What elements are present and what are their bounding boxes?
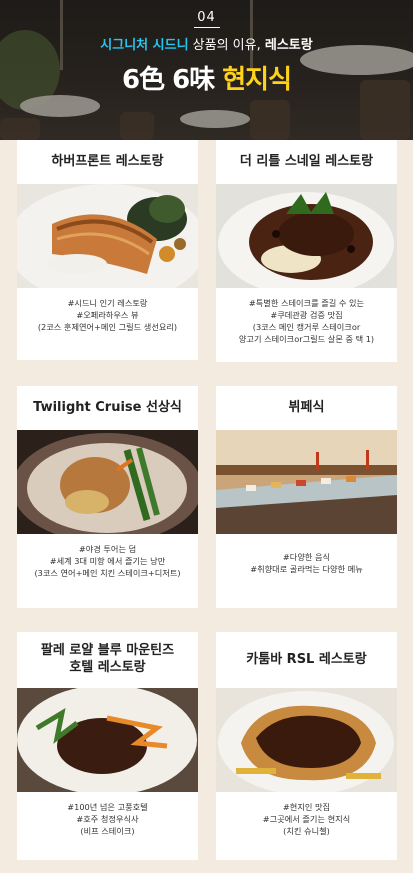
desc-line: #세계 3대 미항 에서 즐기는 낭만 bbox=[49, 555, 166, 566]
desc-line: (3코스 연어+메인 치킨 스테이크+디저트) bbox=[34, 567, 181, 578]
card-description: #시드니 인기 레스토랑 #오페라하우스 뷰 (2코스 훈제연어+메인 그릴드 … bbox=[17, 288, 198, 340]
hero-banner: 04 시그니처 시드니 상품의 이유, 레스토랑 6色 6味 현지식 bbox=[0, 0, 413, 140]
food-photo-beef-steak bbox=[17, 688, 198, 792]
card-title: 팔레 로얄 블루 마운틴즈 호텔 레스토랑 bbox=[17, 632, 198, 688]
card-description: #100년 넘은 고풍호텔 #호주 청정우식사 (비프 스테이크) bbox=[17, 792, 198, 844]
restaurant-card-katoomba-rsl: 카툼바 RSL 레스토랑 #현지인 맛집 #그곳에서 즐기는 현지식 (치킨 슈… bbox=[216, 632, 397, 860]
hero-subtitle: 시그니처 시드니 상품의 이유, 레스토랑 bbox=[0, 34, 413, 53]
title-line: 팔레 로얄 블루 마운틴즈 bbox=[40, 643, 175, 659]
desc-line: #시드니 인기 레스토랑 bbox=[67, 298, 148, 308]
title-accent: 현지식 bbox=[222, 65, 292, 95]
title-main: 6色 6味 bbox=[121, 65, 223, 95]
desc-line: (비프 스테이크) bbox=[80, 825, 135, 836]
desc-line: #야경 투어는 덤 bbox=[78, 544, 137, 554]
section-number: 04 bbox=[197, 10, 216, 25]
restaurant-card-palais-royale: 팔레 로얄 블루 마운틴즈 호텔 레스토랑 #100년 넘은 고풍호텔 #호주 … bbox=[17, 632, 198, 860]
card-description: #야경 투어는 덤 #세계 3대 미항 에서 즐기는 낭만 (3코스 연어+메인… bbox=[17, 534, 198, 586]
food-photo-steak bbox=[216, 184, 397, 288]
desc-line: (치킨 슈니첼) bbox=[283, 825, 330, 836]
restaurant-card-buffet: 뷔페식 #다양한 음식 #취향대로 골라먹는 다양한 메뉴 bbox=[216, 386, 397, 608]
desc-line: 양고기 스테이크or그릴드 살몬 중 택 1) bbox=[238, 333, 375, 344]
title-line: 호텔 레스토랑 bbox=[69, 660, 146, 675]
desc-line: #취향대로 골라먹는 다양한 메뉴 bbox=[250, 563, 363, 574]
card-title: 카툼바 RSL 레스토랑 bbox=[246, 651, 367, 667]
desc-line: #100년 넘은 고풍호텔 bbox=[67, 802, 148, 812]
desc-line: #그곳에서 즐기는 현지식 bbox=[262, 813, 351, 824]
desc-line: #현지인 맛집 bbox=[282, 802, 331, 812]
divider bbox=[193, 27, 220, 28]
food-photo-buffet bbox=[216, 430, 397, 534]
hero-title: 6色 6味 현지식 bbox=[0, 59, 413, 96]
card-description: #현지인 맛집 #그곳에서 즐기는 현지식 (치킨 슈니첼) bbox=[216, 792, 397, 844]
desc-line: #오페라하우스 뷰 bbox=[76, 309, 139, 320]
card-description: #다양한 음식 #취향대로 골라먹는 다양한 메뉴 bbox=[216, 534, 397, 582]
desc-line: #호주 청정우식사 bbox=[76, 813, 139, 824]
restaurant-card-little-snail: 더 리틀 스네일 레스토랑 #특별한 스테이크를 즐길 수 있는 #쿠데관광 검… bbox=[216, 140, 397, 362]
subtitle-accent: 시그니처 시드니 bbox=[100, 38, 189, 53]
card-description: #특별한 스테이크를 즐길 수 있는 #쿠데관광 검증 맛집 (3코스 메인 캥… bbox=[216, 288, 397, 352]
desc-line: (3코스 메인 캥거루 스테이크or bbox=[252, 321, 361, 332]
restaurant-card-harbourfront: 하버프론트 레스토랑 #시드니 인기 레스토랑 #오페라하우스 뷰 (2코스 훈… bbox=[17, 140, 198, 360]
subtitle-text: 상품의 이유, bbox=[188, 38, 265, 53]
hero-heading: 04 시그니처 시드니 상품의 이유, 레스토랑 6色 6味 현지식 bbox=[0, 10, 413, 96]
card-title: 더 리틀 스네일 레스토랑 bbox=[239, 153, 374, 169]
food-photo-chicken-schnitzel bbox=[216, 688, 397, 792]
desc-line: (2코스 훈제연어+메인 그릴드 생선요리) bbox=[37, 321, 178, 332]
restaurant-card-twilight-cruise: Twilight Cruise 선상식 #야경 투어는 덤 #세계 3대 미항 … bbox=[17, 386, 198, 608]
food-photo-grilled-fish bbox=[17, 184, 198, 288]
desc-line: #쿠데관광 검증 맛집 bbox=[270, 309, 343, 320]
card-title: 뷔페식 bbox=[288, 399, 325, 415]
card-title: Twilight Cruise 선상식 bbox=[33, 399, 182, 415]
desc-line: #특별한 스테이크를 즐길 수 있는 bbox=[248, 298, 365, 308]
food-photo-chicken-steak bbox=[17, 430, 198, 534]
card-title: 하버프론트 레스토랑 bbox=[51, 153, 164, 169]
desc-line: #다양한 음식 bbox=[282, 552, 331, 562]
subtitle-bold: 레스토랑 bbox=[264, 38, 313, 53]
